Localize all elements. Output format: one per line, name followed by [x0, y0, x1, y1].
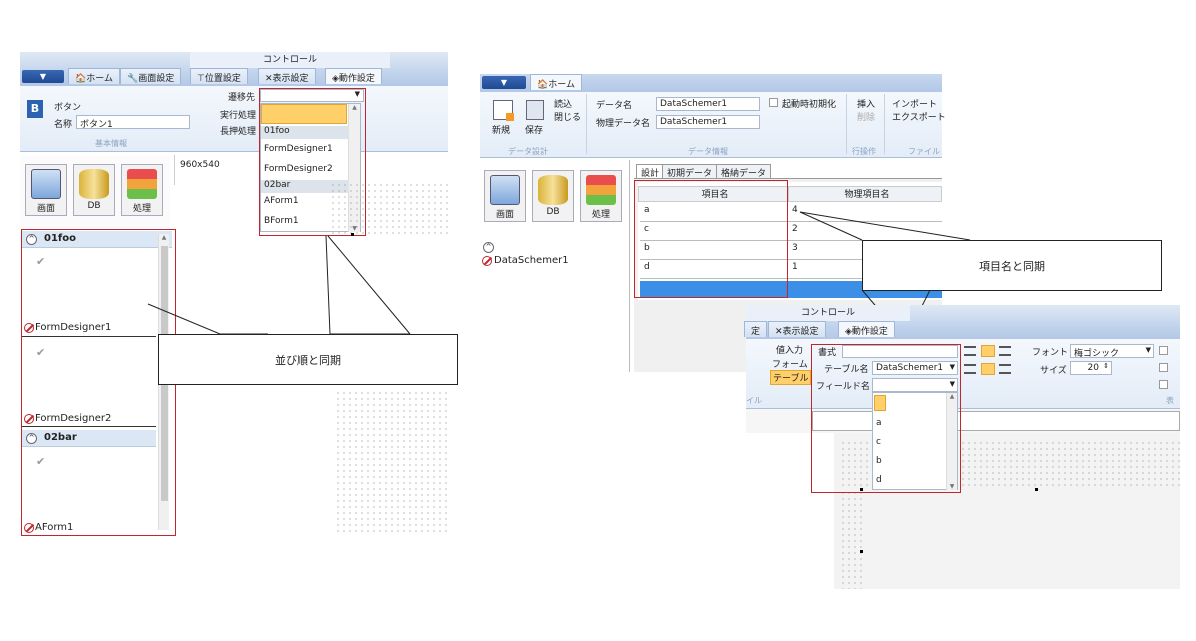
app-menu-button[interactable]: ▼	[482, 76, 526, 89]
physical-name-input[interactable]: DataSchemer1	[656, 115, 760, 129]
read-button[interactable]: 読込	[554, 97, 572, 110]
startup-init-label: 起動時初期化	[782, 100, 837, 110]
selection-handle[interactable]	[860, 550, 863, 553]
design-canvas-grid	[840, 490, 862, 589]
database-icon	[538, 175, 568, 205]
align-left-icon[interactable]	[964, 346, 976, 356]
layers-icon	[586, 175, 616, 205]
red-highlight-grid	[634, 180, 788, 298]
stepper-icon: ⇕	[1103, 362, 1109, 370]
export-button[interactable]: エクスポート	[892, 110, 946, 123]
overlay-ribbon-header: コントロール	[746, 305, 1180, 321]
selection-handle[interactable]	[1035, 488, 1038, 491]
process-button[interactable]: 処理	[580, 170, 622, 222]
font-select[interactable]: 梅ゴシック ▼	[1070, 344, 1154, 358]
form-label: フォーム	[772, 360, 808, 370]
align-right-icon[interactable]	[999, 346, 1011, 356]
size-label: サイズ	[1040, 366, 1067, 376]
new-file-icon	[493, 100, 514, 121]
screen-button[interactable]: 画面	[484, 170, 526, 222]
save-icon	[526, 100, 544, 120]
valign-middle-icon[interactable]	[981, 363, 995, 375]
import-button[interactable]: インポート	[892, 97, 937, 110]
callout-sort-sync: 並び順と同期	[158, 334, 458, 385]
valign-bottom-icon[interactable]	[999, 364, 1011, 374]
callout-field-sync: 項目名と同期	[862, 240, 1162, 291]
no-image-icon	[482, 256, 492, 266]
db-button[interactable]: DB	[532, 170, 574, 222]
style-checkbox[interactable]	[1159, 346, 1168, 355]
tab-action-settings[interactable]: ◈動作設定	[838, 321, 895, 337]
file-group-label: ファイル	[908, 147, 940, 156]
display-group-label: 表	[1166, 396, 1174, 405]
startup-init-checkbox[interactable]	[769, 98, 778, 107]
data-name-label: データ名	[596, 101, 633, 111]
home-icon: 🏠	[537, 80, 549, 90]
value-input-label: 値入力	[776, 346, 804, 356]
tree-item[interactable]: DataSchemer1	[494, 255, 569, 266]
tab-partial[interactable]: 定	[744, 321, 768, 337]
divider	[846, 94, 847, 154]
save-button[interactable]: 保存	[525, 123, 543, 136]
collapse-icon[interactable]: ^	[483, 242, 494, 253]
overlay-tab-bar: 定 ✕表示設定 ◈動作設定	[744, 321, 1180, 339]
right-tab-bar: ▼ 🏠ホーム	[480, 74, 942, 92]
tools-icon: ✕	[775, 327, 783, 337]
red-highlight-field-dropdown	[811, 344, 961, 493]
new-button[interactable]: 新規	[492, 123, 510, 136]
overlay-group-label: イル	[746, 396, 762, 405]
style-checkbox[interactable]	[1159, 363, 1168, 372]
overlay-ribbon-title: コントロール	[746, 305, 910, 321]
close-button[interactable]: 閉じる	[554, 110, 581, 123]
data-name-input[interactable]: DataSchemer1	[656, 97, 760, 111]
insert-row-button[interactable]: 挿入	[857, 97, 875, 110]
style-checkbox[interactable]	[1159, 380, 1168, 389]
tab-home[interactable]: 🏠ホーム	[530, 74, 582, 90]
screen-icon	[490, 175, 520, 205]
divider	[586, 94, 587, 154]
delete-row-button[interactable]: 削除	[857, 110, 875, 123]
tab-display-settings[interactable]: ✕表示設定	[768, 321, 826, 337]
cube-icon: ◈	[845, 327, 852, 337]
align-center-icon[interactable]	[981, 345, 995, 357]
row-ops-group-label: 行操作	[852, 147, 876, 156]
right-ribbon-body: 新規 保存 読込 閉じる データ設計 データ名 DataSchemer1 物理デ…	[480, 92, 946, 158]
valign-top-icon[interactable]	[964, 364, 976, 374]
physical-name-label: 物理データ名	[596, 119, 651, 129]
data-info-group-label: データ情報	[688, 147, 728, 156]
data-design-group-label: データ設計	[508, 147, 548, 156]
divider	[884, 94, 885, 154]
font-label: フォント	[1032, 348, 1069, 358]
table-option[interactable]: テーブル	[770, 370, 812, 385]
plus-badge-icon	[506, 113, 514, 121]
size-stepper[interactable]: 20 ⇕	[1070, 361, 1112, 375]
chevron-down-icon: ▼	[1145, 346, 1151, 354]
